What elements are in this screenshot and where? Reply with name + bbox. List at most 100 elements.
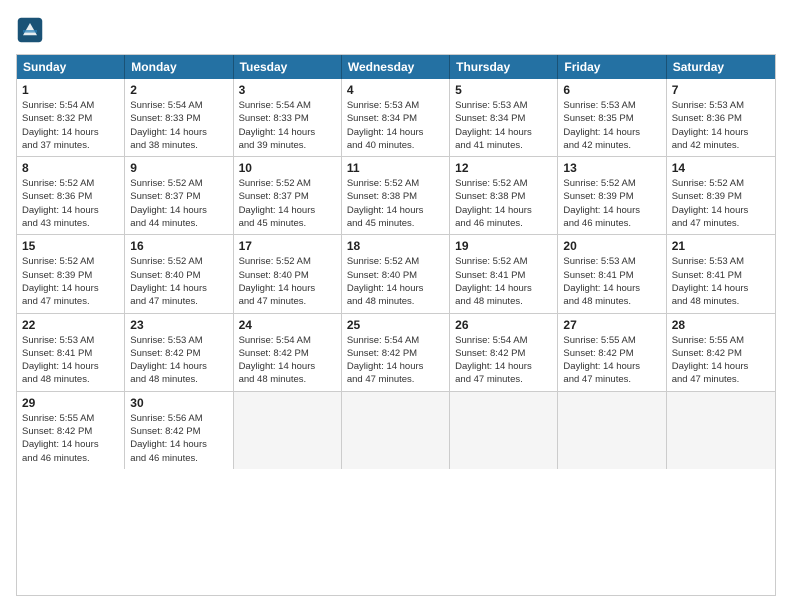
day-number: 12 bbox=[455, 161, 552, 175]
day-info: Sunrise: 5:54 AM Sunset: 8:42 PM Dayligh… bbox=[455, 334, 552, 387]
day-number: 25 bbox=[347, 318, 444, 332]
day-number: 10 bbox=[239, 161, 336, 175]
week-row-5: 29 Sunrise: 5:55 AM Sunset: 8:42 PM Dayli… bbox=[17, 392, 775, 469]
calendar-cell: 4 Sunrise: 5:53 AM Sunset: 8:34 PM Daylig… bbox=[342, 79, 450, 156]
day-info: Sunrise: 5:53 AM Sunset: 8:41 PM Dayligh… bbox=[22, 334, 119, 387]
calendar-cell: 11 Sunrise: 5:52 AM Sunset: 8:38 PM Dayli… bbox=[342, 157, 450, 234]
calendar-cell: 7 Sunrise: 5:53 AM Sunset: 8:36 PM Daylig… bbox=[667, 79, 775, 156]
day-info: Sunrise: 5:54 AM Sunset: 8:32 PM Dayligh… bbox=[22, 99, 119, 152]
day-info: Sunrise: 5:52 AM Sunset: 8:39 PM Dayligh… bbox=[22, 255, 119, 308]
day-number: 4 bbox=[347, 83, 444, 97]
day-info: Sunrise: 5:52 AM Sunset: 8:39 PM Dayligh… bbox=[672, 177, 770, 230]
day-number: 2 bbox=[130, 83, 227, 97]
day-number: 20 bbox=[563, 239, 660, 253]
day-info: Sunrise: 5:53 AM Sunset: 8:35 PM Dayligh… bbox=[563, 99, 660, 152]
header-day-saturday: Saturday bbox=[667, 55, 775, 79]
calendar-body: 1 Sunrise: 5:54 AM Sunset: 8:32 PM Daylig… bbox=[17, 79, 775, 469]
day-info: Sunrise: 5:55 AM Sunset: 8:42 PM Dayligh… bbox=[563, 334, 660, 387]
day-info: Sunrise: 5:54 AM Sunset: 8:42 PM Dayligh… bbox=[239, 334, 336, 387]
calendar-cell: 25 Sunrise: 5:54 AM Sunset: 8:42 PM Dayli… bbox=[342, 314, 450, 391]
page: SundayMondayTuesdayWednesdayThursdayFrid… bbox=[0, 0, 792, 612]
calendar-cell bbox=[234, 392, 342, 469]
day-number: 22 bbox=[22, 318, 119, 332]
day-info: Sunrise: 5:53 AM Sunset: 8:34 PM Dayligh… bbox=[347, 99, 444, 152]
calendar-cell bbox=[558, 392, 666, 469]
day-number: 26 bbox=[455, 318, 552, 332]
day-info: Sunrise: 5:55 AM Sunset: 8:42 PM Dayligh… bbox=[22, 412, 119, 465]
calendar-cell: 6Sunrise: 5:53 AM Sunset: 8:35 PM Daylig… bbox=[558, 79, 666, 156]
day-info: Sunrise: 5:52 AM Sunset: 8:37 PM Dayligh… bbox=[130, 177, 227, 230]
calendar-cell: 12 Sunrise: 5:52 AM Sunset: 8:38 PM Dayli… bbox=[450, 157, 558, 234]
calendar-cell: 24 Sunrise: 5:54 AM Sunset: 8:42 PM Dayli… bbox=[234, 314, 342, 391]
day-info: Sunrise: 5:53 AM Sunset: 8:42 PM Dayligh… bbox=[130, 334, 227, 387]
week-row-2: 8 Sunrise: 5:52 AM Sunset: 8:36 PM Daylig… bbox=[17, 157, 775, 235]
day-info: Sunrise: 5:53 AM Sunset: 8:41 PM Dayligh… bbox=[563, 255, 660, 308]
week-row-3: 15 Sunrise: 5:52 AM Sunset: 8:39 PM Dayli… bbox=[17, 235, 775, 313]
day-number: 19 bbox=[455, 239, 552, 253]
day-number: 29 bbox=[22, 396, 119, 410]
day-number: 14 bbox=[672, 161, 770, 175]
day-number: 11 bbox=[347, 161, 444, 175]
calendar-cell: 8 Sunrise: 5:52 AM Sunset: 8:36 PM Daylig… bbox=[17, 157, 125, 234]
day-info: Sunrise: 5:53 AM Sunset: 8:34 PM Dayligh… bbox=[455, 99, 552, 152]
day-number: 9 bbox=[130, 161, 227, 175]
header-day-thursday: Thursday bbox=[450, 55, 558, 79]
day-number: 15 bbox=[22, 239, 119, 253]
calendar-cell: 2 Sunrise: 5:54 AM Sunset: 8:33 PM Daylig… bbox=[125, 79, 233, 156]
header-day-tuesday: Tuesday bbox=[234, 55, 342, 79]
calendar-cell bbox=[450, 392, 558, 469]
calendar-cell: 19Sunrise: 5:52 AM Sunset: 8:41 PM Dayli… bbox=[450, 235, 558, 312]
day-number: 3 bbox=[239, 83, 336, 97]
day-number: 21 bbox=[672, 239, 770, 253]
day-info: Sunrise: 5:55 AM Sunset: 8:42 PM Dayligh… bbox=[672, 334, 770, 387]
week-row-1: 1 Sunrise: 5:54 AM Sunset: 8:32 PM Daylig… bbox=[17, 79, 775, 157]
calendar-cell bbox=[667, 392, 775, 469]
day-number: 23 bbox=[130, 318, 227, 332]
calendar-cell: 29 Sunrise: 5:55 AM Sunset: 8:42 PM Dayli… bbox=[17, 392, 125, 469]
day-info: Sunrise: 5:54 AM Sunset: 8:33 PM Dayligh… bbox=[130, 99, 227, 152]
day-info: Sunrise: 5:54 AM Sunset: 8:33 PM Dayligh… bbox=[239, 99, 336, 152]
day-info: Sunrise: 5:52 AM Sunset: 8:40 PM Dayligh… bbox=[130, 255, 227, 308]
day-info: Sunrise: 5:53 AM Sunset: 8:36 PM Dayligh… bbox=[672, 99, 770, 152]
header-day-friday: Friday bbox=[558, 55, 666, 79]
day-number: 5 bbox=[455, 83, 552, 97]
day-info: Sunrise: 5:52 AM Sunset: 8:38 PM Dayligh… bbox=[455, 177, 552, 230]
day-info: Sunrise: 5:52 AM Sunset: 8:36 PM Dayligh… bbox=[22, 177, 119, 230]
week-row-4: 22 Sunrise: 5:53 AM Sunset: 8:41 PM Dayli… bbox=[17, 314, 775, 392]
day-number: 16 bbox=[130, 239, 227, 253]
header-day-wednesday: Wednesday bbox=[342, 55, 450, 79]
calendar-container: SundayMondayTuesdayWednesdayThursdayFrid… bbox=[16, 54, 776, 596]
day-info: Sunrise: 5:52 AM Sunset: 8:38 PM Dayligh… bbox=[347, 177, 444, 230]
day-number: 24 bbox=[239, 318, 336, 332]
header bbox=[16, 16, 776, 44]
day-info: Sunrise: 5:52 AM Sunset: 8:37 PM Dayligh… bbox=[239, 177, 336, 230]
day-info: Sunrise: 5:54 AM Sunset: 8:42 PM Dayligh… bbox=[347, 334, 444, 387]
day-number: 28 bbox=[672, 318, 770, 332]
logo bbox=[16, 16, 48, 44]
day-number: 8 bbox=[22, 161, 119, 175]
calendar-cell: 5 Sunrise: 5:53 AM Sunset: 8:34 PM Daylig… bbox=[450, 79, 558, 156]
day-number: 30 bbox=[130, 396, 227, 410]
calendar-cell: 13 Sunrise: 5:52 AM Sunset: 8:39 PM Dayli… bbox=[558, 157, 666, 234]
calendar-cell: 3 Sunrise: 5:54 AM Sunset: 8:33 PM Daylig… bbox=[234, 79, 342, 156]
day-number: 17 bbox=[239, 239, 336, 253]
day-info: Sunrise: 5:52 AM Sunset: 8:39 PM Dayligh… bbox=[563, 177, 660, 230]
calendar-cell: 18 Sunrise: 5:52 AM Sunset: 8:40 PM Dayli… bbox=[342, 235, 450, 312]
day-number: 13 bbox=[563, 161, 660, 175]
day-number: 1 bbox=[22, 83, 119, 97]
day-number: 27 bbox=[563, 318, 660, 332]
calendar-cell: 26 Sunrise: 5:54 AM Sunset: 8:42 PM Dayli… bbox=[450, 314, 558, 391]
day-info: Sunrise: 5:52 AM Sunset: 8:40 PM Dayligh… bbox=[347, 255, 444, 308]
calendar-cell: 21Sunrise: 5:53 AM Sunset: 8:41 PM Dayli… bbox=[667, 235, 775, 312]
calendar-cell: 27 Sunrise: 5:55 AM Sunset: 8:42 PM Dayli… bbox=[558, 314, 666, 391]
calendar-cell bbox=[342, 392, 450, 469]
day-number: 18 bbox=[347, 239, 444, 253]
calendar-cell: 22 Sunrise: 5:53 AM Sunset: 8:41 PM Dayli… bbox=[17, 314, 125, 391]
calendar-cell: 17Sunrise: 5:52 AM Sunset: 8:40 PM Dayli… bbox=[234, 235, 342, 312]
day-number: 7 bbox=[672, 83, 770, 97]
calendar-cell: 14 Sunrise: 5:52 AM Sunset: 8:39 PM Dayli… bbox=[667, 157, 775, 234]
header-day-monday: Monday bbox=[125, 55, 233, 79]
logo-icon bbox=[16, 16, 44, 44]
header-day-sunday: Sunday bbox=[17, 55, 125, 79]
calendar-cell: 23 Sunrise: 5:53 AM Sunset: 8:42 PM Dayli… bbox=[125, 314, 233, 391]
